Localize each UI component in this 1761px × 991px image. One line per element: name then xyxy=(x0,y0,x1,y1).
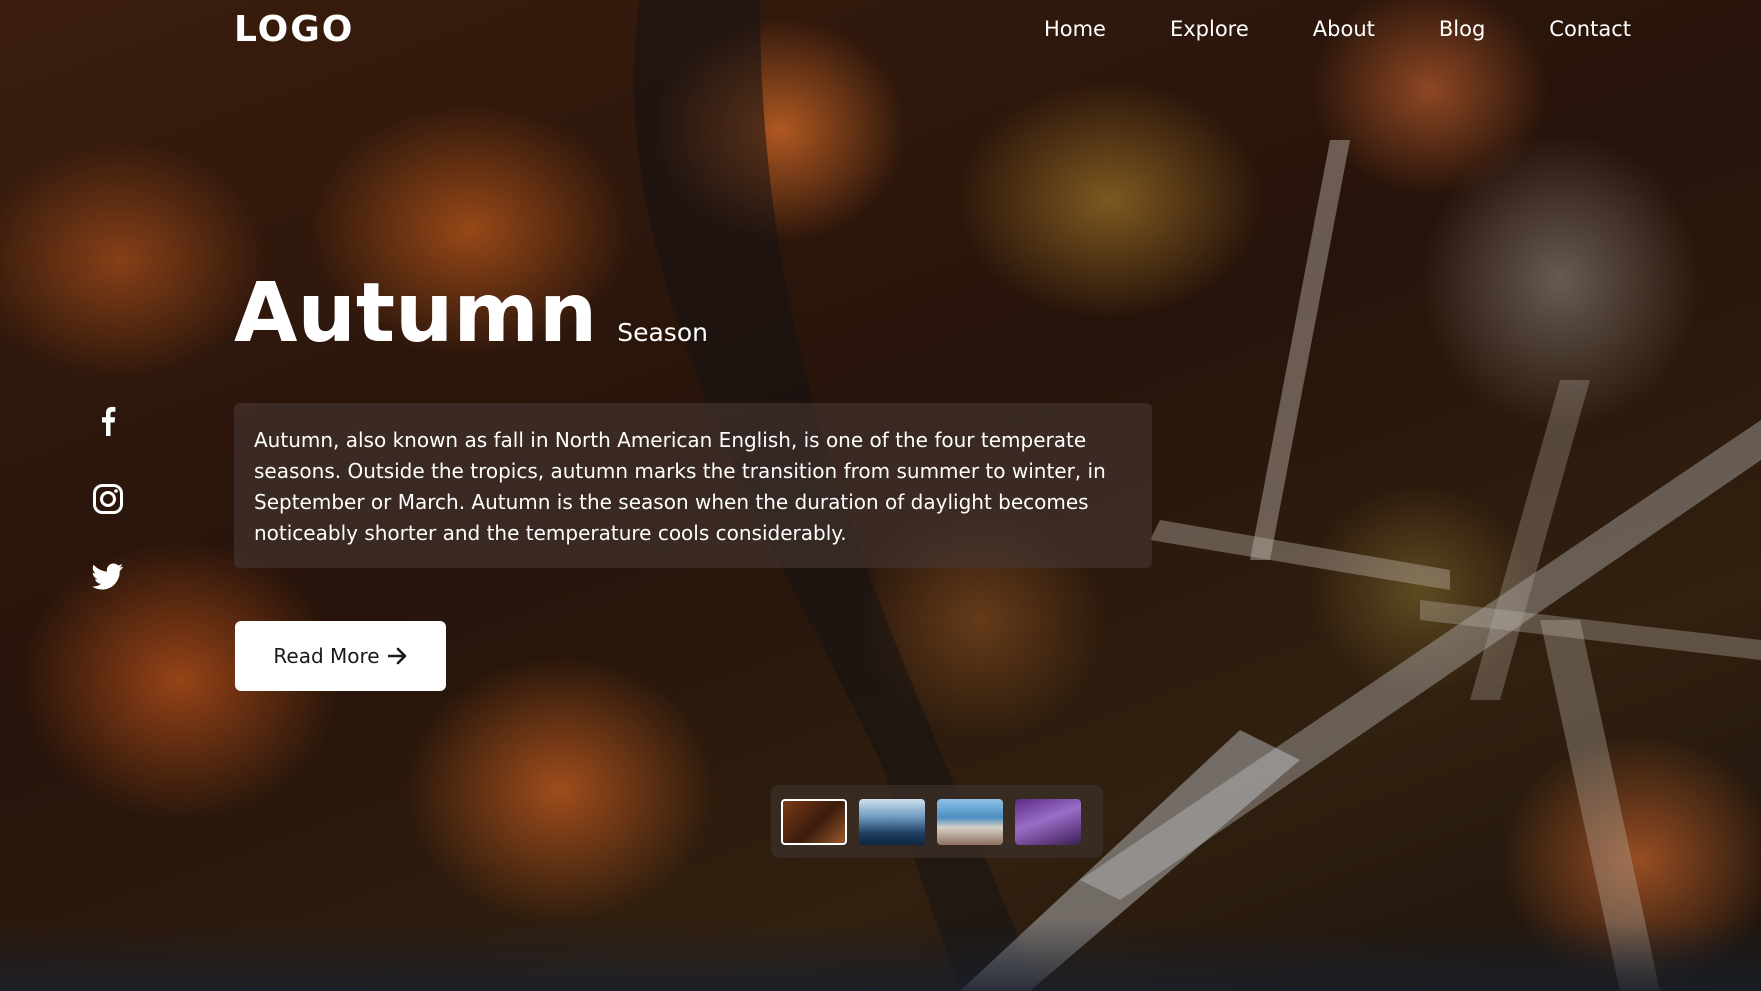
read-more-label: Read More xyxy=(273,644,380,668)
instagram-icon[interactable] xyxy=(92,482,124,516)
hero-subtitle: Season xyxy=(617,318,708,347)
bottom-fade xyxy=(0,921,1761,991)
social-links xyxy=(92,404,124,594)
hero-title: Autumn xyxy=(234,266,598,361)
hero-description: Autumn, also known as fall in North Amer… xyxy=(254,428,1106,545)
nav-contact[interactable]: Contact xyxy=(1549,14,1631,44)
arrow-right-icon xyxy=(387,647,406,665)
nav-blog[interactable]: Blog xyxy=(1439,14,1485,44)
thumbnail-carousel xyxy=(771,785,1103,858)
read-more-button[interactable]: Read More xyxy=(235,621,446,691)
hero-description-box: Autumn, also known as fall in North Amer… xyxy=(234,403,1152,568)
hero-heading: Autumn Season xyxy=(234,266,708,362)
nav-about[interactable]: About xyxy=(1313,14,1375,44)
twitter-icon[interactable] xyxy=(92,560,124,594)
main-nav: Home Explore About Blog Contact xyxy=(1044,14,1631,44)
nav-home[interactable]: Home xyxy=(1044,14,1106,44)
thumbnail-autumn[interactable] xyxy=(781,798,847,845)
thumbnail-coast[interactable] xyxy=(937,798,1003,845)
logo[interactable]: LOGO xyxy=(234,8,354,52)
landing-page: LOGO Home Explore About Blog Contact Aut… xyxy=(0,0,1761,991)
thumbnail-lavender[interactable] xyxy=(1015,798,1081,845)
nav-explore[interactable]: Explore xyxy=(1170,14,1249,44)
facebook-icon[interactable] xyxy=(92,404,124,438)
thumbnail-winter[interactable] xyxy=(859,798,925,845)
